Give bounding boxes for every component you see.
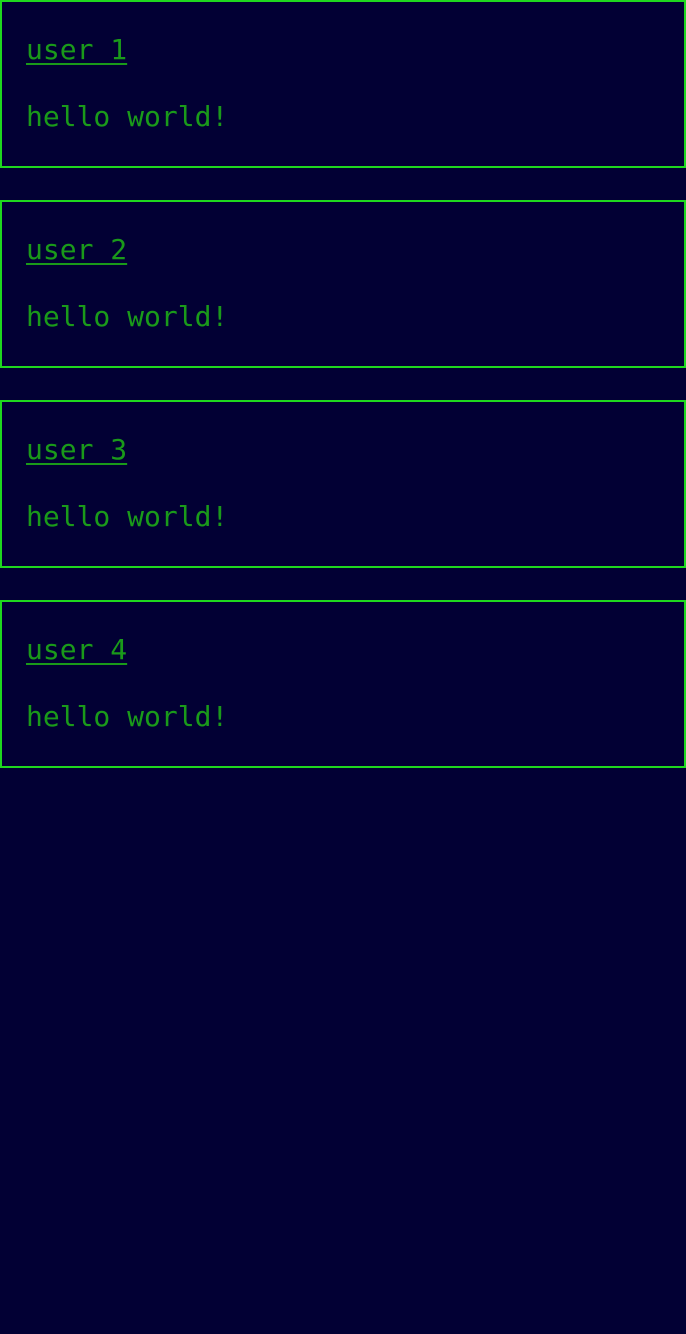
post-author-link[interactable]: user 2: [26, 232, 127, 268]
post-author-link[interactable]: user 4: [26, 632, 127, 668]
post-card: user 2 hello world!: [0, 200, 686, 368]
post-message: hello world!: [26, 700, 229, 733]
post-message: hello world!: [26, 100, 229, 133]
post-author-link[interactable]: user 3: [26, 432, 127, 468]
post-card: user 1 hello world!: [0, 0, 686, 168]
post-message: hello world!: [26, 300, 229, 333]
post-card: user 4 hello world!: [0, 600, 686, 768]
post-message: hello world!: [26, 500, 229, 533]
post-card: user 3 hello world!: [0, 400, 686, 568]
post-author-link[interactable]: user 1: [26, 32, 127, 68]
post-feed: user 1 hello world! user 2 hello world! …: [0, 0, 686, 1334]
